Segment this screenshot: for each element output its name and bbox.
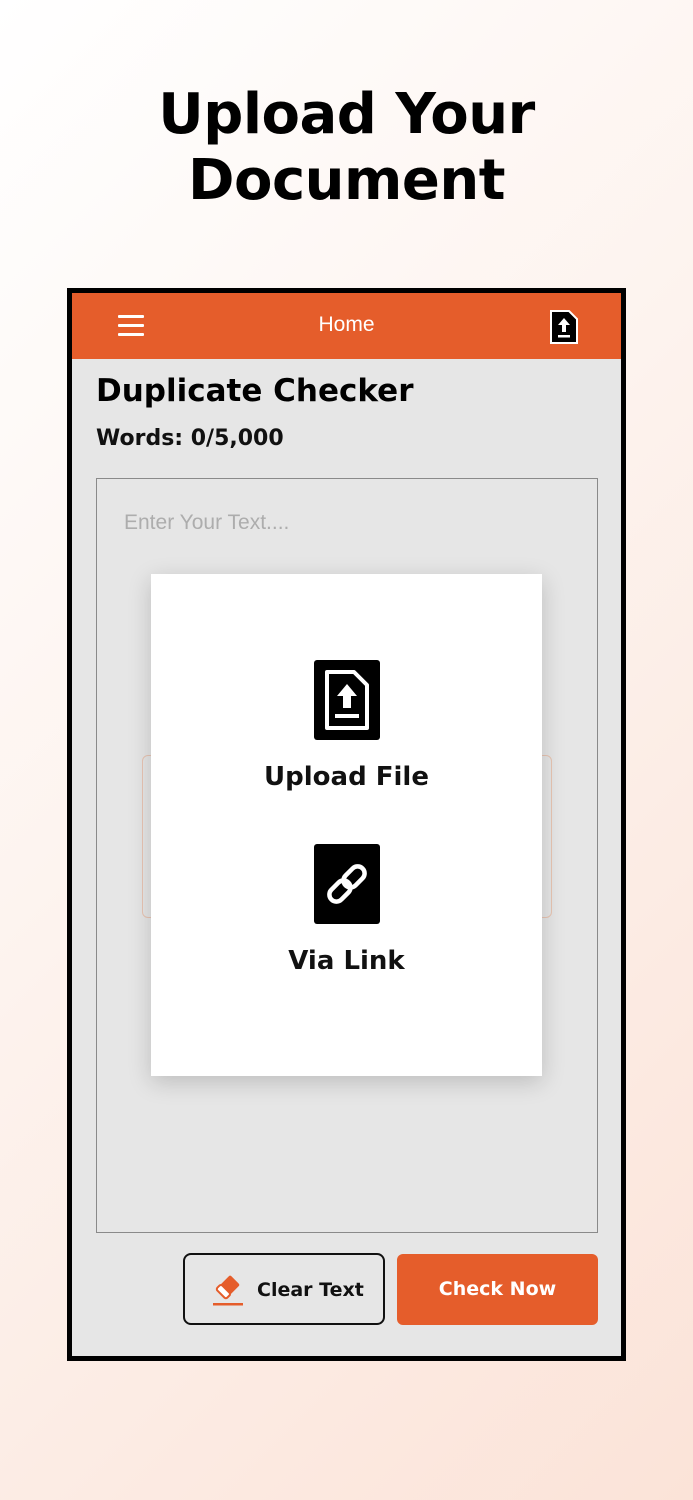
file-upload-icon [313, 660, 380, 740]
word-count: Words: 0/5,000 [96, 426, 284, 451]
check-now-button[interactable]: Check Now [397, 1254, 598, 1325]
clear-text-label: Clear Text [257, 1279, 364, 1301]
link-icon [313, 844, 380, 924]
promo-headline: Upload Your Document [0, 82, 693, 214]
promo-headline-line1: Upload Your [158, 82, 535, 147]
promo-headline-line2: Document [188, 148, 506, 213]
upload-document-button[interactable] [549, 309, 579, 345]
upload-options-dialog: Upload File Via Link [151, 574, 542, 1076]
via-link-label: Via Link [288, 946, 405, 976]
page-title: Duplicate Checker [96, 373, 414, 409]
app-bar: Home [72, 293, 621, 359]
clear-text-button[interactable]: Clear Text [183, 1253, 385, 1325]
file-upload-icon [550, 310, 578, 344]
eraser-icon [213, 1275, 243, 1306]
via-link-option[interactable]: Via Link [151, 844, 542, 976]
phone-frame: Home Duplicate Checker Words: 0/5,000 En… [67, 288, 626, 1361]
upload-file-label: Upload File [264, 762, 429, 792]
upload-file-option[interactable]: Upload File [151, 660, 542, 792]
app-bar-title: Home [318, 313, 375, 336]
text-input-placeholder: Enter Your Text.... [124, 511, 290, 534]
